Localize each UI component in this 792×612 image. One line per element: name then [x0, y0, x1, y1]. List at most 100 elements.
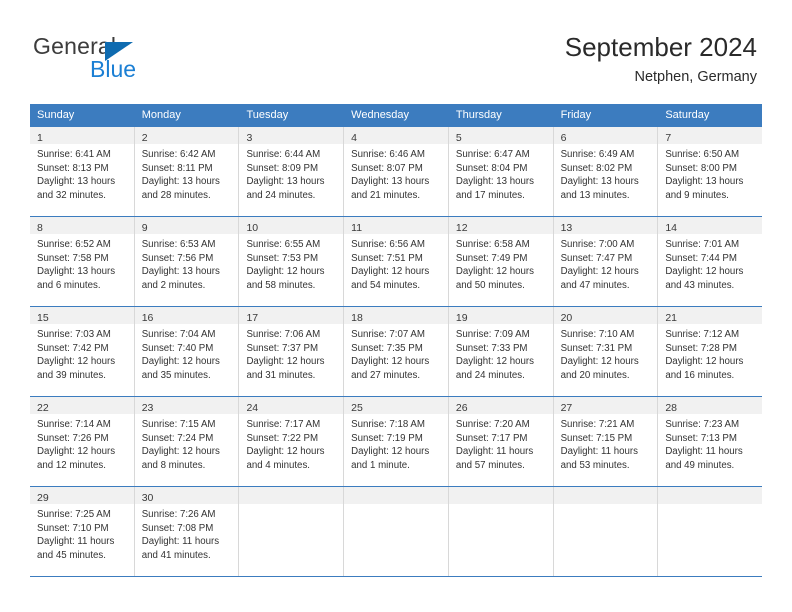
daylight-text: Daylight: 12 hours and 1 minute. [351, 446, 430, 471]
day-number: 26 [455, 402, 468, 414]
day-number: 22 [37, 402, 49, 414]
day-cell[interactable]: 21 Sunrise: 7:12 AM Sunset: 7:28 PM Dayl… [658, 307, 763, 396]
day-cell[interactable]: 28 Sunrise: 7:23 AM Sunset: 7:13 PM Dayl… [658, 397, 763, 486]
sunrise-text: Sunrise: 7:26 AM [141, 509, 216, 520]
logo-text-blue: Blue [90, 56, 137, 82]
daylight-text: Daylight: 13 hours and 6 minutes. [37, 266, 116, 291]
weekday-header-monday: Monday [135, 104, 240, 127]
day-cell[interactable]: 13 Sunrise: 7:00 AM Sunset: 7:47 PM Dayl… [553, 217, 659, 306]
day-number-strip: 26 [448, 397, 553, 414]
sunset-text: Sunset: 7:22 PM [246, 432, 319, 444]
sunset-text: Sunset: 7:58 PM [37, 252, 109, 264]
sunrise-text: Sunrise: 7:07 AM [351, 329, 425, 340]
day-number: 8 [37, 222, 43, 234]
sunset-text: Sunset: 7:08 PM [141, 522, 214, 534]
sunset-text: Sunset: 8:00 PM [665, 162, 737, 174]
daylight-text: Daylight: 12 hours and 43 minutes. [665, 266, 744, 291]
day-cell-empty [658, 487, 763, 576]
day-number-strip: 2 [134, 127, 239, 144]
day-cell[interactable]: 23 Sunrise: 7:15 AM Sunset: 7:24 PM Dayl… [134, 397, 240, 486]
day-info: Sunrise: 7:03 AM Sunset: 7:42 PM Dayligh… [30, 324, 134, 382]
day-number: 2 [141, 132, 148, 144]
day-cell[interactable]: 2 Sunrise: 6:42 AM Sunset: 8:11 PM Dayli… [134, 127, 240, 216]
daylight-text: Daylight: 11 hours and 45 minutes. [37, 536, 115, 561]
sunrise-text: Sunrise: 6:58 AM [455, 239, 530, 250]
day-number: 11 [351, 222, 363, 234]
day-cell[interactable]: 16 Sunrise: 7:04 AM Sunset: 7:40 PM Dayl… [134, 307, 240, 396]
day-cell[interactable]: 19 Sunrise: 7:09 AM Sunset: 7:33 PM Dayl… [448, 307, 554, 396]
sunset-text: Sunset: 7:47 PM [560, 252, 633, 264]
day-cell[interactable]: 27 Sunrise: 7:21 AM Sunset: 7:15 PM Dayl… [553, 397, 659, 486]
day-cell[interactable]: 26 Sunrise: 7:20 AM Sunset: 7:17 PM Dayl… [448, 397, 554, 486]
sunrise-text: Sunrise: 7:10 AM [560, 329, 635, 340]
day-number-strip: 11 [344, 217, 448, 234]
daylight-text: Daylight: 12 hours and 39 minutes. [37, 356, 116, 381]
sunrise-text: Sunrise: 7:18 AM [351, 419, 425, 430]
day-cell[interactable]: 6 Sunrise: 6:49 AM Sunset: 8:02 PM Dayli… [553, 127, 659, 216]
day-number-strip: 27 [553, 397, 658, 414]
sunset-text: Sunset: 7:53 PM [246, 252, 319, 264]
page-title: September 2024 [564, 32, 757, 62]
daylight-text: Daylight: 13 hours and 2 minutes. [141, 266, 220, 291]
sunrise-text: Sunrise: 7:25 AM [37, 509, 111, 520]
sunset-text: Sunset: 7:10 PM [37, 522, 109, 534]
day-cell[interactable]: 24 Sunrise: 7:17 AM Sunset: 7:22 PM Dayl… [239, 397, 345, 486]
daylight-text: Daylight: 13 hours and 21 minutes. [351, 176, 430, 201]
day-cell[interactable]: 30 Sunrise: 7:26 AM Sunset: 7:08 PM Dayl… [134, 487, 240, 576]
day-cell[interactable]: 7 Sunrise: 6:50 AM Sunset: 8:00 PM Dayli… [658, 127, 763, 216]
sunset-text: Sunset: 7:19 PM [351, 432, 423, 444]
sunset-text: Sunset: 7:13 PM [665, 432, 737, 444]
sunrise-text: Sunrise: 7:00 AM [560, 239, 635, 250]
day-cell[interactable]: 25 Sunrise: 7:18 AM Sunset: 7:19 PM Dayl… [344, 397, 449, 486]
sunset-text: Sunset: 7:51 PM [351, 252, 423, 264]
sunrise-text: Sunrise: 7:01 AM [665, 239, 740, 250]
sunrise-text: Sunrise: 6:47 AM [455, 149, 530, 160]
day-number-strip: 18 [344, 307, 448, 324]
day-cell[interactable]: 10 Sunrise: 6:55 AM Sunset: 7:53 PM Dayl… [239, 217, 345, 306]
sunrise-text: Sunrise: 7:03 AM [37, 329, 111, 340]
day-cell[interactable]: 18 Sunrise: 7:07 AM Sunset: 7:35 PM Dayl… [344, 307, 449, 396]
day-cell-empty [448, 487, 554, 576]
day-info: Sunrise: 7:10 AM Sunset: 7:31 PM Dayligh… [554, 324, 658, 382]
day-number-strip: 19 [448, 307, 553, 324]
day-number-strip: 12 [448, 217, 553, 234]
day-number: 14 [665, 222, 677, 234]
general-blue-logo[interactable]: General Blue [33, 33, 263, 83]
sunrise-text: Sunrise: 6:44 AM [246, 149, 321, 160]
day-cell[interactable]: 3 Sunrise: 6:44 AM Sunset: 8:09 PM Dayli… [239, 127, 345, 216]
sunrise-text: Sunrise: 6:49 AM [560, 149, 635, 160]
day-cell[interactable]: 14 Sunrise: 7:01 AM Sunset: 7:44 PM Dayl… [658, 217, 763, 306]
day-cell[interactable]: 15 Sunrise: 7:03 AM Sunset: 7:42 PM Dayl… [30, 307, 135, 396]
day-cell[interactable]: 1 Sunrise: 6:41 AM Sunset: 8:13 PM Dayli… [30, 127, 135, 216]
sunset-text: Sunset: 8:02 PM [560, 162, 633, 174]
day-info: Sunrise: 7:07 AM Sunset: 7:35 PM Dayligh… [344, 324, 448, 382]
day-cell[interactable]: 4 Sunrise: 6:46 AM Sunset: 8:07 PM Dayli… [344, 127, 449, 216]
day-number-strip: 13 [553, 217, 658, 234]
weekday-header-tuesday: Tuesday [239, 104, 345, 127]
sunrise-text: Sunrise: 7:20 AM [455, 419, 530, 430]
daylight-text: Daylight: 13 hours and 17 minutes. [455, 176, 534, 201]
sunrise-text: Sunrise: 7:21 AM [560, 419, 635, 430]
sunrise-text: Sunrise: 6:52 AM [37, 239, 111, 250]
day-cell[interactable]: 5 Sunrise: 6:47 AM Sunset: 8:04 PM Dayli… [448, 127, 554, 216]
day-number-strip: 23 [134, 397, 239, 414]
day-cell-empty [239, 487, 345, 576]
day-cell[interactable]: 17 Sunrise: 7:06 AM Sunset: 7:37 PM Dayl… [239, 307, 345, 396]
sunset-text: Sunset: 7:42 PM [37, 342, 109, 354]
daylight-text: Daylight: 11 hours and 57 minutes. [455, 446, 534, 471]
day-cell[interactable]: 11 Sunrise: 6:56 AM Sunset: 7:51 PM Dayl… [344, 217, 449, 306]
day-cell[interactable]: 8 Sunrise: 6:52 AM Sunset: 7:58 PM Dayli… [30, 217, 135, 306]
day-number-strip: 5 [448, 127, 553, 144]
daylight-text: Daylight: 12 hours and 35 minutes. [141, 356, 220, 381]
day-cell[interactable]: 29 Sunrise: 7:25 AM Sunset: 7:10 PM Dayl… [30, 487, 135, 576]
weekday-header-thursday: Thursday [449, 104, 554, 127]
day-number: 21 [665, 312, 677, 324]
day-info: Sunrise: 6:50 AM Sunset: 8:00 PM Dayligh… [658, 144, 762, 202]
sunset-text: Sunset: 7:49 PM [455, 252, 528, 264]
day-cell-empty [344, 487, 449, 576]
day-cell[interactable]: 20 Sunrise: 7:10 AM Sunset: 7:31 PM Dayl… [553, 307, 659, 396]
day-cell[interactable]: 12 Sunrise: 6:58 AM Sunset: 7:49 PM Dayl… [448, 217, 554, 306]
day-number: 23 [141, 402, 154, 414]
day-cell[interactable]: 22 Sunrise: 7:14 AM Sunset: 7:26 PM Dayl… [30, 397, 135, 486]
day-cell[interactable]: 9 Sunrise: 6:53 AM Sunset: 7:56 PM Dayli… [134, 217, 240, 306]
